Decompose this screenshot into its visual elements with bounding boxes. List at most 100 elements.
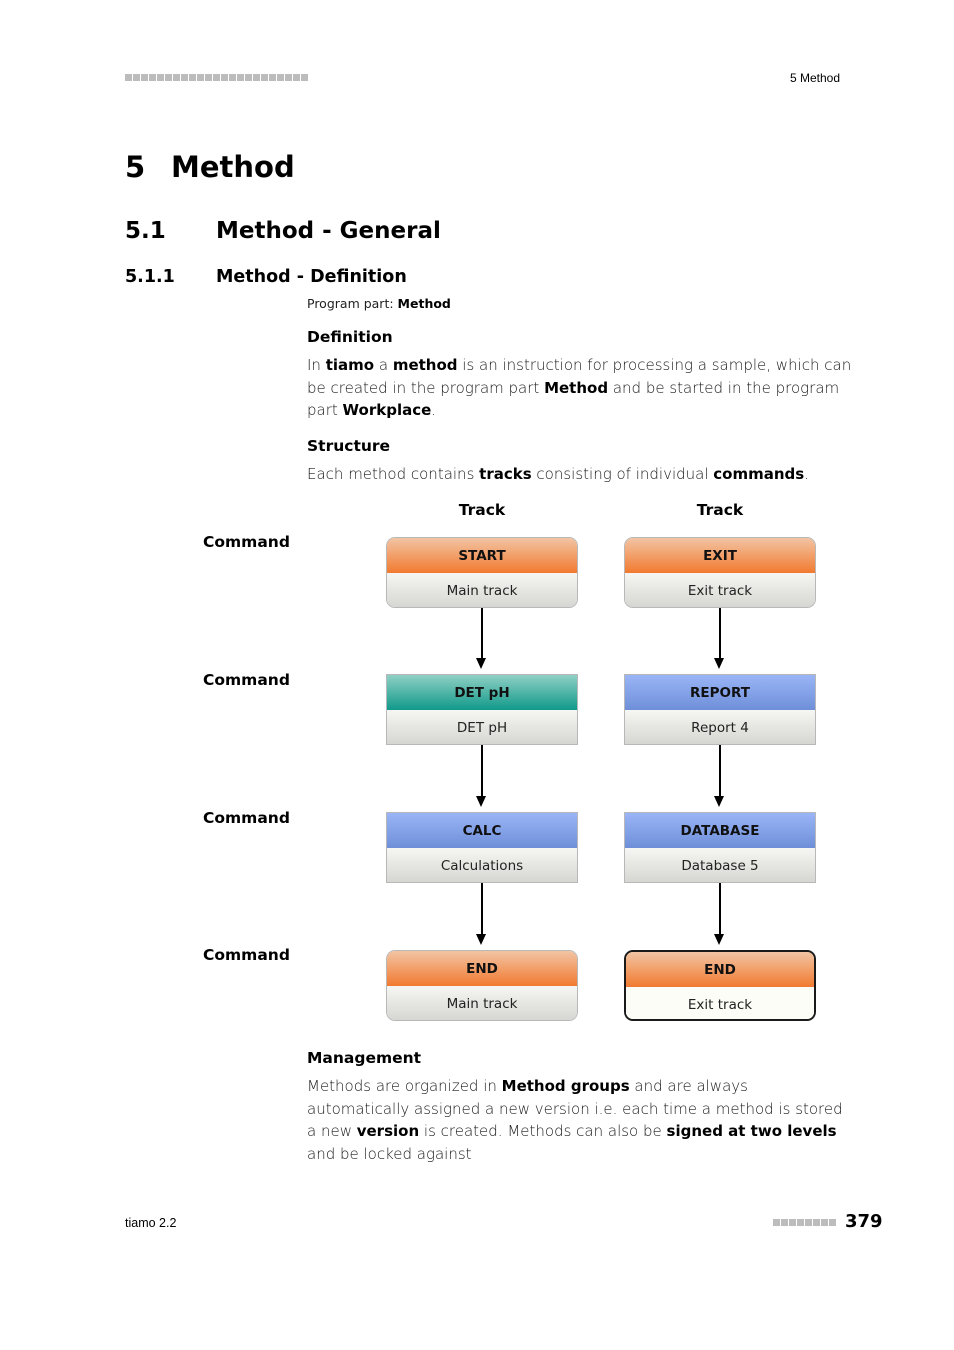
- flow-arrow: [476, 883, 488, 945]
- command-node-calc[interactable]: CALC Calculations: [386, 812, 578, 883]
- subsection-heading: 5.1.1 Method - Definition: [125, 267, 407, 287]
- arrow-line: [481, 883, 483, 934]
- decor-square: [157, 74, 164, 81]
- decor-square: [813, 1219, 820, 1226]
- decor-square: [213, 74, 220, 81]
- footer-decoration: [773, 1219, 836, 1226]
- command-node-end[interactable]: END Exit track: [624, 950, 816, 1021]
- arrow-head-icon: [714, 934, 724, 945]
- command-name: END: [387, 951, 577, 986]
- emphasis: Workplace: [342, 401, 432, 419]
- flow-arrow: [714, 745, 726, 807]
- decor-square: [221, 74, 228, 81]
- command-name: END: [626, 952, 814, 987]
- command-name: REPORT: [625, 675, 815, 710]
- subsection-title: Method - Definition: [216, 267, 407, 287]
- command-name: START: [387, 538, 577, 573]
- decor-square: [133, 74, 140, 81]
- arrow-line: [481, 608, 483, 658]
- management-paragraph: Methods are organized in Method groups a…: [307, 1077, 843, 1163]
- decor-square: [261, 74, 268, 81]
- decor-square: [237, 74, 244, 81]
- emphasis: tracks: [479, 465, 532, 483]
- definition-title: Definition: [307, 328, 393, 346]
- decor-square: [805, 1219, 812, 1226]
- page-number: 379: [845, 1211, 883, 1232]
- emphasis: method: [392, 356, 458, 374]
- command-name: DATABASE: [625, 813, 815, 848]
- decor-square: [773, 1219, 780, 1226]
- command-node-report[interactable]: REPORT Report 4: [624, 674, 816, 745]
- command-name: CALC: [387, 813, 577, 848]
- section-number: 5.1: [125, 218, 166, 244]
- decor-square: [173, 74, 180, 81]
- command-name: EXIT: [625, 538, 815, 573]
- decor-square: [269, 74, 276, 81]
- arrow-head-icon: [476, 796, 486, 807]
- arrow-head-icon: [714, 796, 724, 807]
- management-title: Management: [307, 1049, 422, 1067]
- track-label: Track: [696, 501, 744, 519]
- command-subtitle: Report 4: [625, 710, 815, 744]
- decor-square: [253, 74, 260, 81]
- command-subtitle: Exit track: [626, 987, 814, 1019]
- command-node-exit[interactable]: EXIT Exit track: [624, 537, 816, 608]
- decor-square: [229, 74, 236, 81]
- emphasis: Method: [544, 378, 609, 397]
- decor-square: [125, 74, 132, 81]
- arrow-head-icon: [476, 658, 486, 669]
- subsection-number: 5.1.1: [125, 267, 175, 287]
- flow-arrow: [476, 745, 488, 807]
- emphasis: Method groups: [501, 1077, 630, 1095]
- command-name: DET pH: [387, 675, 577, 710]
- command-subtitle: Calculations: [387, 848, 577, 882]
- command-subtitle: Exit track: [625, 573, 815, 607]
- chapter-heading: 5 Method: [125, 150, 295, 184]
- flow-arrow: [476, 608, 488, 669]
- decor-square: [197, 74, 204, 81]
- flow-arrow: [714, 883, 726, 945]
- decor-square: [285, 74, 292, 81]
- emphasis: tiamo: [325, 356, 375, 374]
- command-label: Command: [203, 671, 290, 689]
- command-subtitle: Main track: [387, 573, 577, 607]
- decor-square: [789, 1219, 796, 1226]
- decor-square: [165, 74, 172, 81]
- track-label: Track: [458, 501, 506, 519]
- arrow-head-icon: [714, 658, 724, 669]
- chapter-number: 5: [125, 150, 146, 184]
- footer-product: tiamo 2.2: [125, 1216, 177, 1230]
- command-node-end[interactable]: END Main track: [386, 950, 578, 1021]
- command-node-start[interactable]: START Main track: [386, 537, 578, 608]
- decor-square: [829, 1219, 836, 1226]
- decor-square: [293, 74, 300, 81]
- command-label: Command: [203, 533, 290, 551]
- emphasis: signed at two levels: [666, 1122, 837, 1140]
- decor-square: [277, 74, 284, 81]
- program-part-label: Program part:: [307, 296, 394, 311]
- decor-square: [301, 74, 308, 81]
- command-subtitle: Main track: [387, 986, 577, 1020]
- decor-square: [797, 1219, 804, 1226]
- flow-arrow: [714, 608, 726, 669]
- structure-paragraph: Each method contains tracks consisting o…: [307, 465, 809, 483]
- decor-square: [245, 74, 252, 81]
- decor-square: [781, 1219, 788, 1226]
- decor-square: [189, 74, 196, 81]
- decor-square: [205, 74, 212, 81]
- emphasis: version: [356, 1122, 420, 1140]
- decor-square: [141, 74, 148, 81]
- decor-square: [149, 74, 156, 81]
- emphasis: commands: [713, 465, 805, 483]
- program-part: Program part: Method: [307, 296, 451, 311]
- section-title: Method - General: [216, 218, 441, 244]
- command-subtitle: Database 5: [625, 848, 815, 882]
- decor-square: [181, 74, 188, 81]
- command-subtitle: DET pH: [387, 710, 577, 744]
- arrow-head-icon: [476, 934, 486, 945]
- command-node-database[interactable]: DATABASE Database 5: [624, 812, 816, 883]
- program-part-value: Method: [397, 296, 451, 311]
- structure-title: Structure: [307, 437, 391, 455]
- section-heading: 5.1 Method - General: [125, 218, 441, 244]
- command-node-det-ph[interactable]: DET pH DET pH: [386, 674, 578, 745]
